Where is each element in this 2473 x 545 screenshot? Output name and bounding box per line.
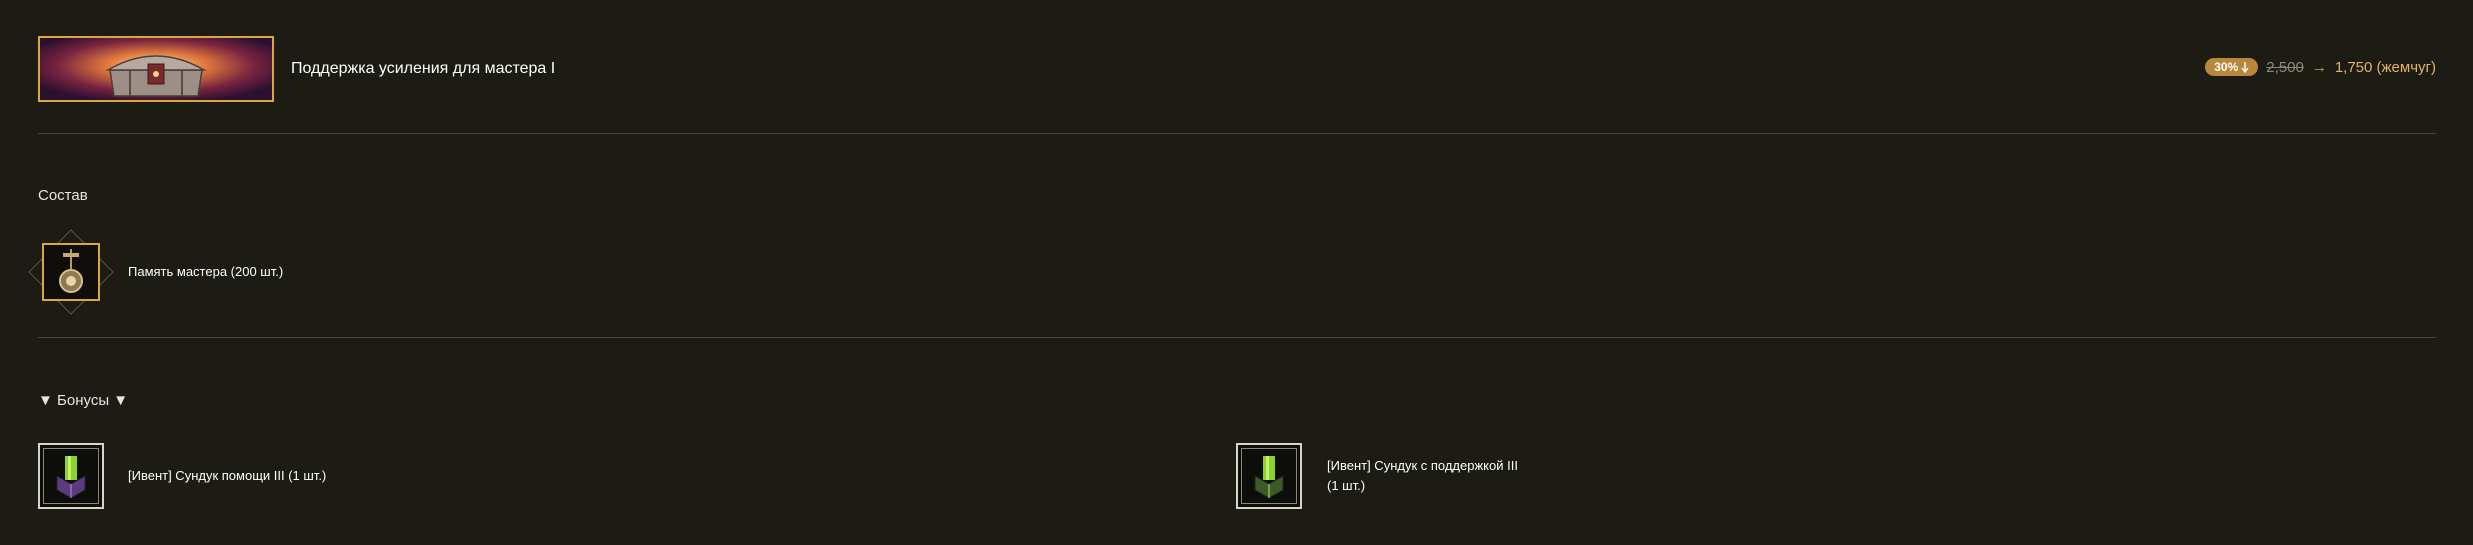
item-slot-help-chest[interactable] bbox=[38, 443, 104, 509]
price-block: 30% 2,500 → 1,750 (жемчуг) bbox=[2205, 58, 2436, 76]
item-slot-master-memory[interactable] bbox=[42, 243, 100, 301]
discount-badge: 30% bbox=[2205, 58, 2259, 76]
divider bbox=[38, 133, 2436, 134]
green-crystal-box-icon bbox=[1254, 456, 1284, 498]
down-arrow-icon bbox=[2241, 61, 2249, 73]
bonus-item-label-line1: [Ивент] Сундук с поддержкой III bbox=[1327, 458, 1518, 473]
old-price: 2,500 bbox=[2266, 58, 2304, 76]
product-header: Поддержка усиления для мастера I 30% 2,5… bbox=[38, 36, 2436, 102]
new-price: 1,750 (жемчуг) bbox=[2334, 58, 2436, 76]
treasure-chest-icon bbox=[38, 36, 274, 102]
bonus-item-label: [Ивент] Сундук с поддержкой III (1 шт.) bbox=[1327, 456, 1518, 496]
product-title: Поддержка усиления для мастера I bbox=[291, 60, 556, 77]
product-detail-panel: Поддержка усиления для мастера I 30% 2,5… bbox=[0, 0, 2473, 545]
price-arrow: → bbox=[2311, 58, 2327, 76]
composition-item-label: Память мастера (200 шт.) bbox=[128, 264, 284, 279]
item-slot-support-chest[interactable] bbox=[1236, 443, 1302, 509]
green-crystal-box-icon bbox=[56, 456, 86, 498]
composition-title: Состав bbox=[38, 187, 88, 204]
bonuses-title[interactable]: ▼ Бонусы ▼ bbox=[38, 392, 128, 409]
discount-value: 30% bbox=[2214, 60, 2239, 74]
divider bbox=[38, 337, 2436, 338]
bonus-item-label-line2: (1 шт.) bbox=[1327, 478, 1366, 493]
bonus-item-label: [Ивент] Сундук помощи III (1 шт.) bbox=[128, 468, 327, 483]
amulet-icon bbox=[59, 249, 83, 293]
